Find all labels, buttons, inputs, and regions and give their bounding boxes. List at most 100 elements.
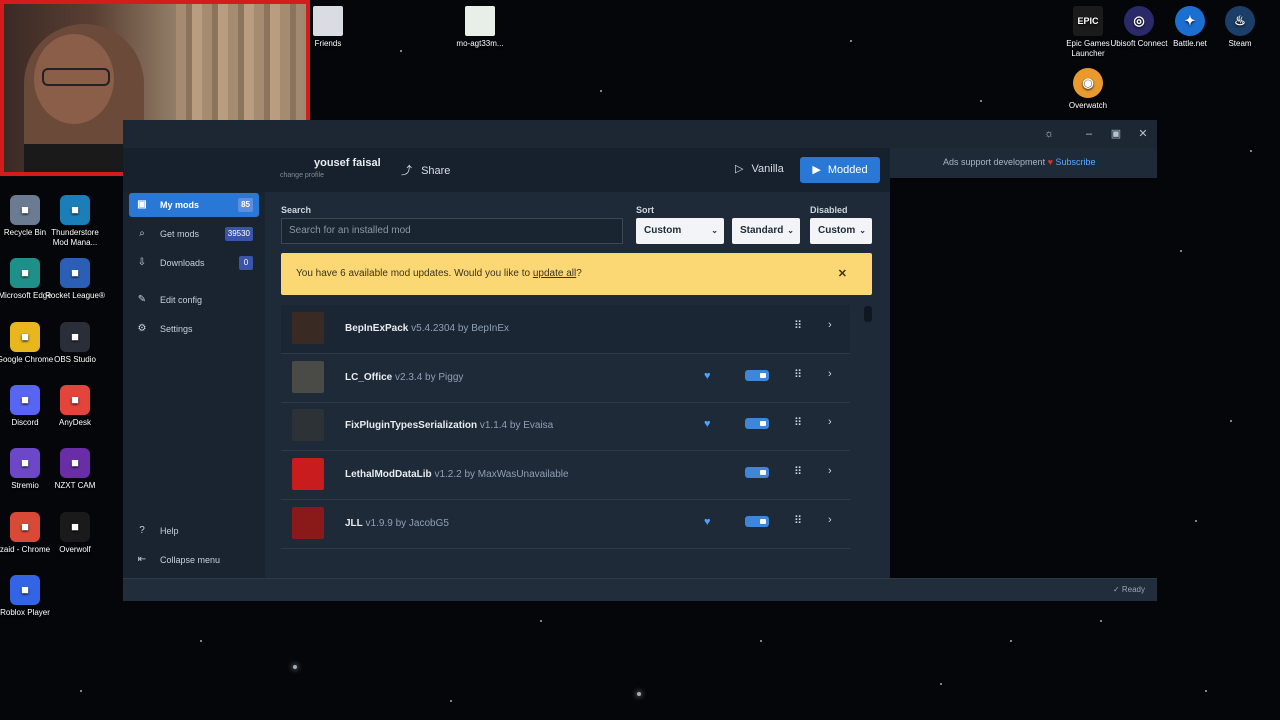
favorite-heart-icon[interactable]: ♥ (704, 516, 711, 528)
ads-text: Ads support development (943, 157, 1046, 167)
mod-row[interactable]: LethalModDataLib v1.2.2 by MaxWasUnavail… (281, 451, 850, 501)
mod-row[interactable]: BepInExPack v5.4.2304 by BepInEx ⠿ › (281, 305, 850, 354)
favorite-heart-icon[interactable]: ♥ (704, 370, 711, 382)
favorite-heart-icon[interactable]: ♥ (704, 418, 711, 430)
help-icon: ? (139, 525, 145, 536)
document-icon (465, 6, 495, 36)
profile-name[interactable]: yousef faisal (314, 157, 381, 169)
count-badge: 85 (238, 198, 253, 212)
desktop-icon[interactable]: ■ AnyDesk (45, 385, 105, 428)
enable-toggle[interactable] (745, 515, 769, 527)
share-button[interactable]: ⤴ Share (401, 162, 450, 178)
main-panel: Search Search for an installed mod Sort … (265, 192, 890, 578)
sort-value: Custom (644, 225, 682, 236)
sidebar-item-downloads[interactable]: ⇩ Downloads 0 (129, 251, 259, 275)
scrollbar-thumb[interactable] (864, 306, 872, 322)
collapse-menu-button[interactable]: ⇤ Collapse menu (129, 548, 259, 572)
enable-toggle[interactable] (745, 467, 769, 479)
close-button[interactable]: ✕ (1135, 126, 1151, 142)
desktop-icon[interactable]: ■ Thunderstore Mod Mana... (45, 195, 105, 248)
desktop-icon[interactable]: ■ Overwolf (45, 512, 105, 555)
search-label: Search (281, 205, 312, 215)
sidebar-item-my-mods[interactable]: ▣ My mods 85 (129, 193, 259, 217)
desktop-icon-label: NZXT CAM (54, 481, 96, 490)
mod-meta: v1.9.9 by JacobG5 (362, 517, 449, 529)
mod-title: FixPluginTypesSerialization v1.1.4 by Ev… (345, 420, 553, 431)
chevron-right-icon[interactable]: › (828, 416, 832, 428)
disabled-value: Custom (818, 225, 856, 236)
mod-title: LethalModDataLib v1.2.2 by MaxWasUnavail… (345, 469, 569, 480)
modded-button[interactable]: ▶ Modded (800, 157, 880, 183)
desktop-icon[interactable]: ♨ Steam (1210, 6, 1270, 49)
enable-toggle[interactable] (745, 369, 769, 381)
desktop-icon[interactable]: ■ OBS Studio (45, 322, 105, 365)
chevron-right-icon[interactable]: › (828, 368, 832, 380)
sort-label: Sort (636, 205, 654, 215)
sort-select[interactable]: Custom ⌄ (636, 218, 724, 244)
mod-name: BepInExPack (345, 323, 409, 334)
desktop-icon-label: Roblox Player (0, 608, 50, 617)
maximize-button[interactable]: ▣ (1108, 126, 1124, 142)
epic-games-icon: EPIC (1073, 6, 1103, 36)
desktop-icon-label: AnyDesk (58, 418, 91, 427)
desktop-icon[interactable]: ◉ Overwatch (1058, 68, 1118, 111)
sidebar-item-edit-config[interactable]: ✎ Edit config (129, 288, 259, 312)
ubisoft-icon: ◎ (1124, 6, 1154, 36)
status-bar: ✓ Ready (123, 578, 1157, 601)
chevron-right-icon[interactable]: › (828, 514, 832, 526)
chevron-right-icon[interactable]: › (828, 319, 832, 331)
drag-handle-icon[interactable]: ⠿ (794, 368, 802, 381)
glasses (42, 68, 110, 86)
sidebar-item-label: Downloads (160, 258, 205, 268)
mod-thumbnail (292, 506, 324, 539)
mod-name: LC_Office (345, 371, 393, 383)
chrome-icon: ■ (10, 322, 40, 352)
steam-icon: ♨ (1225, 6, 1255, 36)
stremio-icon: ■ (10, 448, 40, 478)
desktop-icon[interactable]: ■ NZXT CAM (45, 448, 105, 491)
obs-icon: ■ (60, 322, 90, 352)
count-badge: 0 (239, 256, 253, 270)
change-profile-link[interactable]: change profile (280, 172, 324, 179)
top-bar: yousef faisal change profile ⤴ Share ▷ V… (123, 148, 890, 192)
status-text: ✓ Ready (1112, 585, 1145, 594)
drag-handle-icon[interactable]: ⠿ (794, 416, 802, 429)
sidebar-item-get-mods[interactable]: ⌕ Get mods 39530 (129, 222, 259, 246)
gear-icon: ⚙ (137, 323, 147, 334)
play-icon: ▶ (812, 164, 821, 176)
mod-title: LC_Office v2.3.4 by Piggy (345, 372, 463, 383)
sidebar-item-label: Get mods (160, 229, 200, 239)
desktop-icon-label: OBS Studio (54, 355, 96, 364)
mod-row[interactable]: JLL v1.9.9 by JacobG5 ♥ ⠿ › (281, 500, 850, 549)
mod-meta: v5.4.2304 by BepInEx (408, 323, 509, 334)
drag-handle-icon[interactable]: ⠿ (794, 319, 802, 332)
drag-handle-icon[interactable]: ⠿ (794, 514, 802, 527)
title-bar: ☼ – ▣ ✕ (123, 120, 1157, 148)
enable-toggle[interactable] (745, 418, 769, 430)
desktop-icon[interactable]: mo-agt33m... (450, 6, 510, 49)
help-link[interactable]: ? Help (129, 519, 259, 543)
subscribe-link[interactable]: Subscribe (1055, 157, 1095, 167)
vanilla-button[interactable]: ▷ Vanilla (735, 162, 784, 175)
mod-thumbnail (292, 458, 324, 491)
close-banner-button[interactable]: ✕ (838, 253, 847, 295)
minimize-button[interactable]: – (1081, 126, 1097, 142)
disabled-select[interactable]: Custom ⌄ (810, 218, 872, 244)
desktop-icon[interactable]: ■ Roblox Player (0, 575, 55, 618)
mod-row[interactable]: FixPluginTypesSerialization v1.1.4 by Ev… (281, 402, 850, 452)
mod-title: BepInExPack v5.4.2304 by BepInEx (345, 323, 509, 334)
theme-toggle-icon[interactable]: ☼ (1041, 126, 1057, 142)
chevron-down-icon: ⌄ (787, 226, 794, 235)
update-all-link[interactable]: update all (533, 268, 576, 279)
search-icon: ⌕ (139, 228, 145, 239)
search-input[interactable]: Search for an installed mod (281, 218, 623, 244)
desktop-icon[interactable]: ■ Rocket League® (45, 258, 105, 301)
mod-row[interactable]: LC_Office v2.3.4 by Piggy ♥ ⠿ › (281, 354, 850, 403)
sidebar-item-settings[interactable]: ⚙ Settings (129, 317, 259, 341)
anydesk-icon: ■ (60, 385, 90, 415)
sort-order-select[interactable]: Standard ⌄ (732, 218, 800, 244)
drag-handle-icon[interactable]: ⠿ (794, 465, 802, 478)
desktop-icon-label: Rocket League® (45, 291, 105, 300)
mod-meta: v2.3.4 by Piggy (392, 371, 464, 383)
chevron-right-icon[interactable]: › (828, 465, 832, 477)
